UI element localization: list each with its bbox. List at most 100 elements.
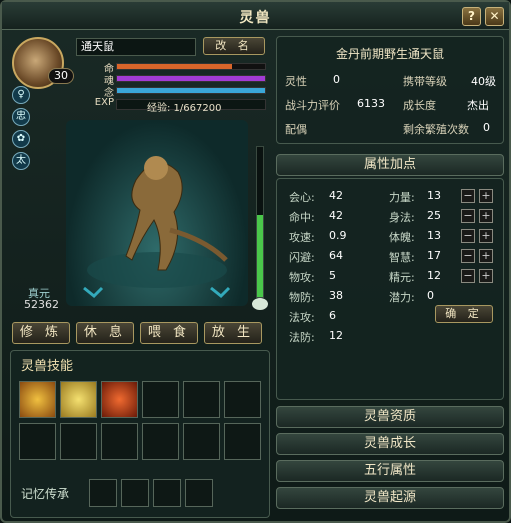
attr-label: 命中:: [289, 211, 315, 224]
info-label-lingxing: 灵性: [285, 75, 307, 88]
attr-plus-button[interactable]: +: [479, 249, 493, 263]
attr-value: 0: [427, 289, 434, 302]
section-growth[interactable]: 灵兽成长: [276, 433, 504, 455]
attr-value: 64: [329, 249, 343, 262]
attr-label: 潜力:: [389, 291, 415, 304]
close-button[interactable]: ✕: [485, 7, 504, 26]
rename-button[interactable]: 改 名: [203, 37, 265, 55]
skill-slot-2[interactable]: [60, 381, 97, 418]
pet-info-panel: 金丹前期野生通天鼠 灵性 0 携带等级 40级 战斗力评价 6133 成长度 杰…: [276, 36, 504, 144]
exp-text: 经验: 1/667200: [147, 103, 222, 114]
attr-value: 38: [329, 289, 343, 302]
zhenyuan-gauge-fill: [257, 214, 263, 297]
pet-full-title: 金丹前期野生通天鼠: [335, 47, 444, 61]
exp-bar: 经验: 1/667200: [116, 99, 266, 114]
memory-slot-3[interactable]: [153, 479, 181, 507]
attr-minus-button[interactable]: −: [461, 229, 475, 243]
info-value-growth: 杰出: [467, 99, 489, 112]
attr-minus-button[interactable]: −: [461, 189, 475, 203]
attr-label: 体魄:: [389, 231, 415, 244]
attr-label: 法防:: [289, 331, 315, 344]
attr-minus-button[interactable]: −: [461, 249, 475, 263]
attr-label: 物攻:: [289, 271, 315, 284]
gender-icon[interactable]: ♀: [12, 86, 30, 104]
skills-panel: 灵兽技能 记忆传承: [10, 350, 270, 518]
attr-value: 17: [427, 249, 441, 262]
help-button[interactable]: ?: [462, 7, 481, 26]
title-bar: 灵兽 ? ✕: [2, 2, 509, 30]
attr-value: 12: [329, 329, 343, 342]
section-five-elements[interactable]: 五行属性: [276, 460, 504, 482]
loyalty-icon[interactable]: 忠: [12, 108, 30, 126]
pet-level: 30: [48, 68, 74, 84]
attributes-panel: 会心: 42 命中: 42 攻速: 0.9 闪避: 64 物攻: 5 物防: 38 法攻: …: [276, 178, 504, 400]
window-title: 灵兽: [239, 10, 272, 26]
skill-slot-6[interactable]: [224, 381, 261, 418]
hp-bar: [116, 63, 266, 70]
attr-label: 攻速:: [289, 231, 315, 244]
skill-slot-4[interactable]: [142, 381, 179, 418]
section-aptitude[interactable]: 灵兽资质: [276, 406, 504, 428]
rest-button[interactable]: 休 息: [76, 322, 134, 344]
feed-button[interactable]: 喂 食: [140, 322, 198, 344]
skills-header: 灵兽技能: [21, 359, 74, 374]
attr-minus-button[interactable]: −: [461, 209, 475, 223]
attr-value: 13: [427, 189, 441, 202]
attr-value: 12: [427, 269, 441, 282]
info-value-carry-level: 40级: [471, 75, 496, 88]
soul-bar-fill: [117, 76, 265, 81]
memory-label: 记忆传承: [21, 487, 70, 501]
attr-label: 智慧:: [389, 251, 415, 264]
release-button[interactable]: 放 生: [204, 322, 262, 344]
attr-value: 42: [329, 209, 343, 222]
attr-plus-button[interactable]: +: [479, 229, 493, 243]
attr-value: 5: [329, 269, 336, 282]
info-value-power: 6133: [357, 97, 385, 110]
skill-slot-1[interactable]: [19, 381, 56, 418]
paw-icon[interactable]: ✿: [12, 130, 30, 148]
attr-value: 6: [329, 309, 336, 322]
skill-slot-8[interactable]: [60, 423, 97, 460]
attr-value: 25: [427, 209, 441, 222]
info-label-growth: 成长度: [403, 99, 436, 112]
zhenyuan-value: 52362: [24, 298, 59, 311]
attr-plus-button[interactable]: +: [479, 189, 493, 203]
mind-bar: [116, 87, 266, 94]
skill-slot-5[interactable]: [183, 381, 220, 418]
train-button[interactable]: 修 炼: [12, 322, 70, 344]
attr-label: 精元:: [389, 271, 415, 284]
attr-plus-button[interactable]: +: [479, 269, 493, 283]
info-label-power: 战斗力评价: [285, 99, 340, 112]
attr-value: 13: [427, 229, 441, 242]
skill-slot-11[interactable]: [183, 423, 220, 460]
info-value-lingxing: 0: [333, 73, 340, 86]
attr-label: 法攻:: [289, 311, 315, 324]
exp-label: EXP: [94, 97, 114, 108]
skill-slot-12[interactable]: [224, 423, 261, 460]
memory-slot-1[interactable]: [89, 479, 117, 507]
skill-slot-7[interactable]: [19, 423, 56, 460]
skill-slot-9[interactable]: [101, 423, 138, 460]
confirm-button[interactable]: 确 定: [435, 305, 493, 323]
zhenyuan-gauge: [256, 146, 264, 298]
attr-plus-button[interactable]: +: [479, 209, 493, 223]
attributes-header[interactable]: 属性加点: [276, 154, 504, 176]
info-label-spouse: 配偶: [285, 123, 307, 136]
memory-slot-2[interactable]: [121, 479, 149, 507]
pet-window: 灵兽 ? ✕ 30 通天鼠 改 名 命 魂 念 EXP 经验: 1/667200…: [0, 0, 511, 523]
pet-name: 通天鼠: [76, 38, 196, 56]
skill-slot-10[interactable]: [142, 423, 179, 460]
tai-icon[interactable]: 太: [12, 152, 30, 170]
attr-label: 会心:: [289, 191, 315, 204]
memory-slot-4[interactable]: [185, 479, 213, 507]
info-label-breed-count: 剩余繁殖次数: [403, 123, 469, 136]
gauge-orb-icon: [252, 298, 268, 310]
attr-label: 身法:: [389, 211, 415, 224]
section-origin[interactable]: 灵兽起源: [276, 487, 504, 509]
attr-value: 42: [329, 189, 343, 202]
soul-bar: [116, 75, 266, 82]
attr-minus-button[interactable]: −: [461, 269, 475, 283]
skill-slot-3[interactable]: [101, 381, 138, 418]
attr-label: 力量:: [389, 191, 415, 204]
pet-model-view[interactable]: [66, 120, 248, 306]
